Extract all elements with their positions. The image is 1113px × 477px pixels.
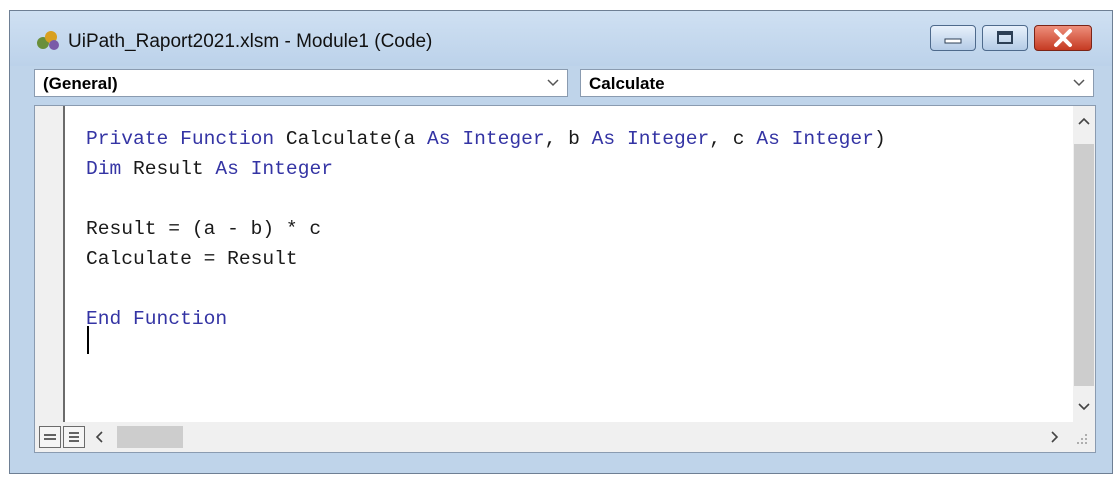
keyword-dim: Dim [86,158,122,180]
code-text[interactable]: Private Function Calculate(a As Integer,… [86,124,886,334]
object-dropdown[interactable]: (General) [34,69,568,97]
keyword-private: Private [86,128,169,150]
code-editor[interactable]: Private Function Calculate(a As Integer,… [34,105,1096,453]
vba-module-icon [37,31,59,50]
object-dropdown-value: (General) [43,74,118,93]
keyword-integer: Integer [250,158,333,180]
margin-indicator-bar[interactable] [35,106,65,422]
minimize-icon [944,38,962,44]
size-grip-icon[interactable] [1075,432,1089,446]
procedure-dropdown[interactable]: Calculate [580,69,1094,97]
chevron-down-icon [1073,79,1085,87]
procedure-dropdown-value: Calculate [589,74,665,93]
vba-code-window: UiPath_Raport2021.xlsm - Module1 (Code) … [9,10,1113,474]
window-title: UiPath_Raport2021.xlsm - Module1 (Code) [68,31,433,52]
keyword-as: As [427,128,451,150]
code-line-5: Calculate = Result [86,248,298,270]
chevron-down-icon [547,79,559,87]
procedure-view-icon [44,434,56,440]
full-module-view-button[interactable] [63,426,85,448]
keyword-integer: Integer [462,128,545,150]
keyword-as: As [215,158,239,180]
code-line-1: Private Function Calculate(a As Integer,… [86,128,886,150]
title-bar[interactable]: UiPath_Raport2021.xlsm - Module1 (Code) [10,11,1112,66]
maximize-icon [997,31,1013,44]
code-line-4: Result = (a - b) * c [86,218,322,240]
code-line-7: End Function [86,308,228,330]
full-module-view-icon [69,432,79,442]
scroll-up-icon[interactable] [1076,114,1092,128]
keyword-as: As [756,128,780,150]
maximize-button[interactable] [982,25,1028,51]
keyword-as: As [591,128,616,150]
keyword-function: Function [180,128,275,150]
procedure-view-button[interactable] [39,426,61,448]
scroll-down-icon[interactable] [1076,400,1092,414]
keyword-integer: Integer [791,128,874,150]
code-line-2: Dim Result As Integer [86,158,333,180]
scroll-right-icon[interactable] [1047,429,1061,445]
scroll-left-icon[interactable] [93,429,107,445]
horizontal-scrollbar[interactable] [35,422,1095,452]
minimize-button[interactable] [930,25,976,51]
horizontal-scroll-thumb[interactable] [117,426,183,448]
vertical-scrollbar[interactable] [1073,106,1095,422]
close-button[interactable] [1034,25,1092,51]
text-cursor [87,326,89,354]
close-icon [1054,29,1072,47]
keyword-integer: Integer [626,128,710,150]
vertical-scroll-thumb[interactable] [1074,144,1094,386]
